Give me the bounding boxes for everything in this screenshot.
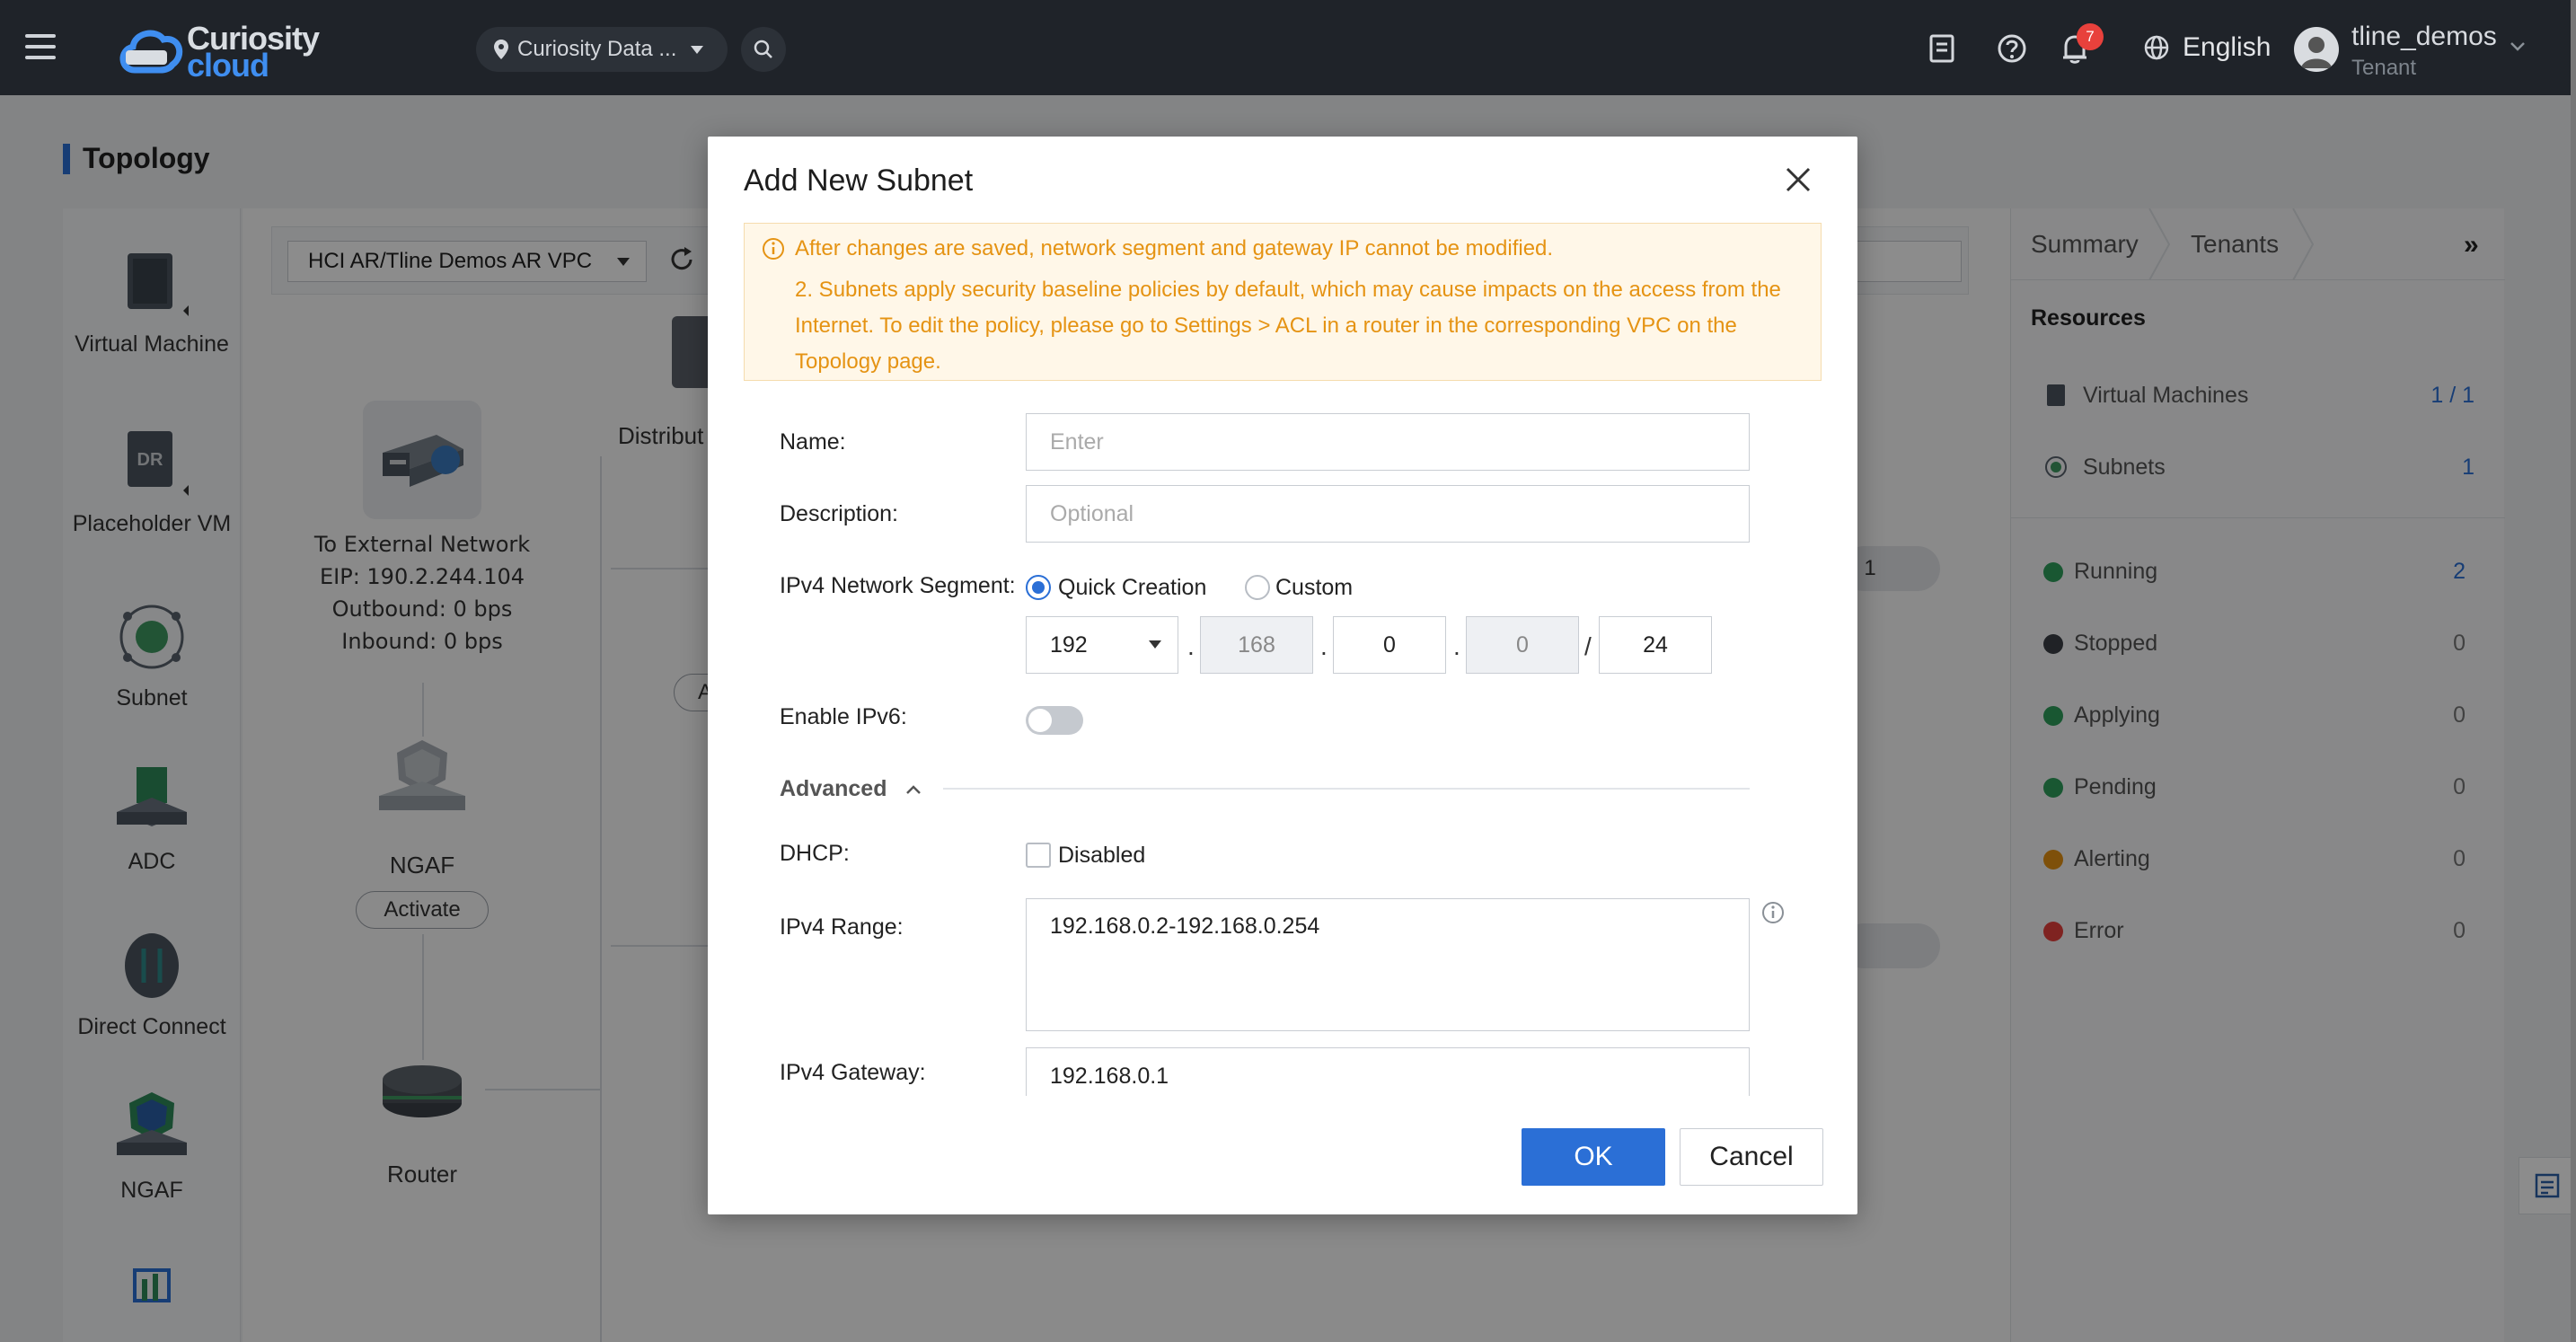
notification-badge: 7: [2077, 23, 2104, 50]
chevron-down-icon: [691, 45, 704, 54]
dhcp-label: DHCP:: [780, 841, 850, 866]
help-icon[interactable]: [1996, 32, 2028, 65]
warning-line-1: After changes are saved, network segment…: [795, 236, 1554, 260]
scrollbar[interactable]: [2571, 0, 2576, 1342]
description-input[interactable]: Optional: [1026, 485, 1750, 543]
dialog-title: Add New Subnet: [744, 163, 974, 198]
avatar: [2294, 27, 2339, 72]
dhcp-disabled-checkbox[interactable]: [1026, 843, 1051, 868]
language-label: English: [2183, 32, 2272, 62]
prefix-separator: /: [1584, 632, 1592, 660]
language-selector[interactable]: English: [2143, 32, 2271, 63]
user-menu[interactable]: tline_demos Tenant: [2294, 20, 2563, 83]
gateway-input[interactable]: 192.168.0.1: [1026, 1047, 1750, 1096]
dhcp-disabled-label[interactable]: Disabled: [1058, 843, 1145, 869]
cloud-logo-icon: [119, 30, 183, 74]
name-input[interactable]: Enter: [1026, 413, 1750, 471]
octet-3-input[interactable]: 0: [1333, 616, 1446, 674]
menu-icon[interactable]: [25, 34, 56, 61]
region-selector[interactable]: Curiosity Data ...: [476, 27, 728, 72]
quick-creation-label[interactable]: Quick Creation: [1058, 575, 1206, 601]
divider: [943, 788, 1750, 790]
ipv6-toggle[interactable]: [1026, 706, 1083, 735]
ipv6-label: Enable IPv6:: [780, 704, 907, 729]
name-label: Name:: [780, 429, 846, 455]
info-icon: [763, 238, 784, 260]
cancel-button[interactable]: Cancel: [1680, 1128, 1823, 1186]
user-name: tline_demos: [2351, 22, 2497, 51]
ipv4-range-textarea[interactable]: 192.168.0.2-192.168.0.254: [1026, 898, 1750, 1031]
octet-2-input: 168: [1200, 616, 1313, 674]
octet-separator: .: [1453, 632, 1460, 660]
location-pin-icon: [494, 40, 508, 59]
quick-creation-radio[interactable]: [1026, 575, 1051, 600]
octet-separator: .: [1320, 632, 1328, 660]
octet-1-select[interactable]: 192: [1026, 616, 1178, 674]
search-icon: [754, 40, 772, 58]
warning-line-2: 2. Subnets apply security baseline polic…: [795, 278, 1781, 374]
top-bar: Curiosity cloud Curiosity Data ... 7 Eng…: [0, 0, 2576, 95]
gateway-label: IPv4 Gateway:: [780, 1060, 926, 1085]
globe-icon: [2144, 35, 2169, 60]
range-label: IPv4 Range:: [780, 914, 904, 940]
search-button[interactable]: [741, 27, 786, 72]
ok-button[interactable]: OK: [1522, 1128, 1665, 1186]
prefix-input[interactable]: 24: [1599, 616, 1712, 674]
segment-label: IPv4 Network Segment:: [780, 573, 1016, 598]
gateway-row: IPv4 Gateway: 192.168.0.1: [708, 1046, 1857, 1096]
user-role: Tenant: [2351, 56, 2417, 80]
chevron-down-icon: [1149, 640, 1161, 649]
chevron-down-icon: [2510, 42, 2525, 51]
logo[interactable]: Curiosity cloud: [117, 20, 320, 84]
chevron-up-icon: [906, 785, 922, 795]
custom-label[interactable]: Custom: [1275, 575, 1353, 601]
description-label: Description:: [780, 501, 898, 526]
octet-1-value: 192: [1050, 631, 1088, 658]
close-icon[interactable]: [1782, 163, 1814, 196]
brand-sub: cloud: [187, 47, 269, 84]
advanced-label: Advanced: [780, 776, 887, 801]
info-icon[interactable]: [1760, 900, 1786, 925]
octet-separator: .: [1187, 632, 1195, 660]
warning-banner: After changes are saved, network segment…: [744, 223, 1822, 381]
clipboard-icon[interactable]: [1926, 32, 1958, 65]
advanced-toggle[interactable]: Advanced: [780, 776, 922, 802]
octet-4-input: 0: [1466, 616, 1579, 674]
region-label: Curiosity Data ...: [517, 37, 677, 61]
custom-radio[interactable]: [1245, 575, 1270, 600]
add-subnet-dialog: Add New Subnet After changes are saved, …: [708, 137, 1857, 1214]
